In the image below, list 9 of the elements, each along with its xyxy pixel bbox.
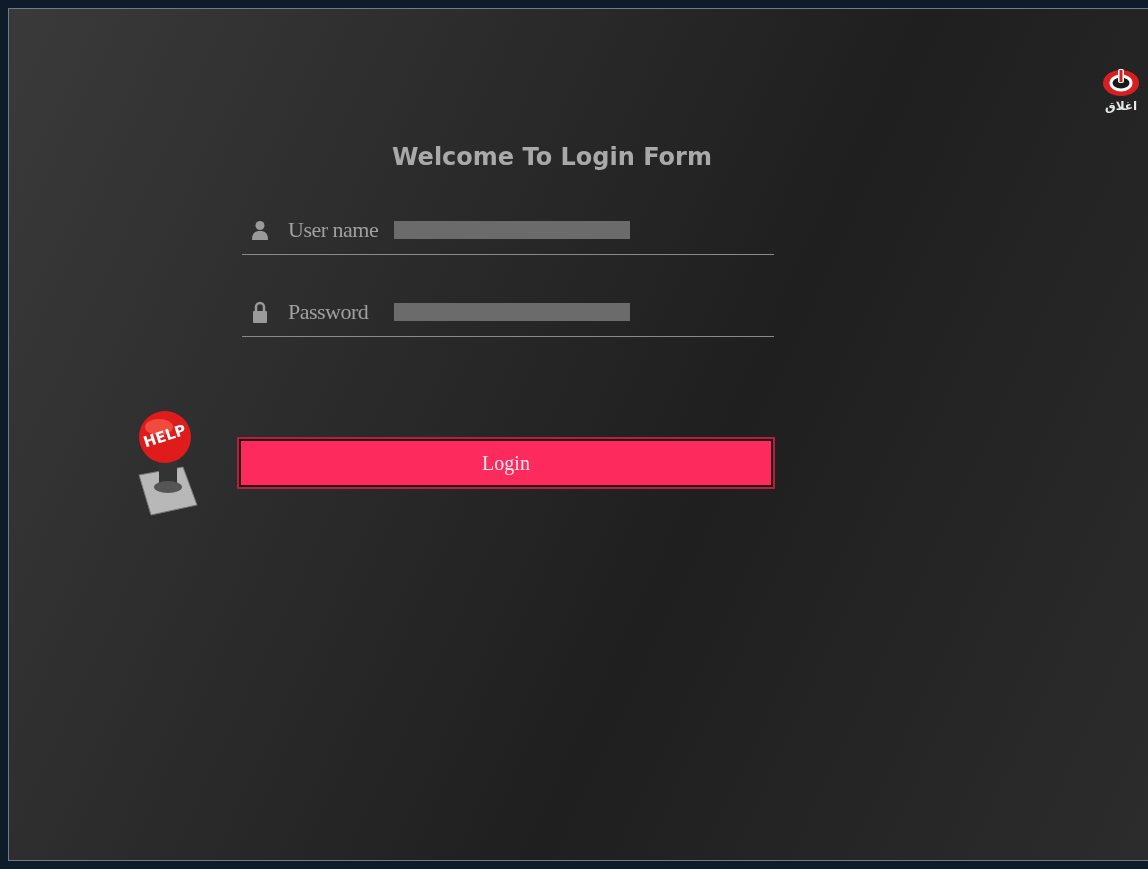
field-label: Password — [288, 298, 370, 325]
login-button[interactable]: Login — [239, 439, 773, 487]
field-label: User name — [288, 216, 380, 243]
password-field[interactable] — [394, 303, 630, 321]
lock-icon — [252, 300, 268, 323]
form-title: Welcome To Login Form — [392, 143, 712, 171]
user-icon — [252, 219, 268, 240]
username-field[interactable] — [394, 221, 630, 239]
help-button[interactable]: HELP — [133, 409, 199, 517]
